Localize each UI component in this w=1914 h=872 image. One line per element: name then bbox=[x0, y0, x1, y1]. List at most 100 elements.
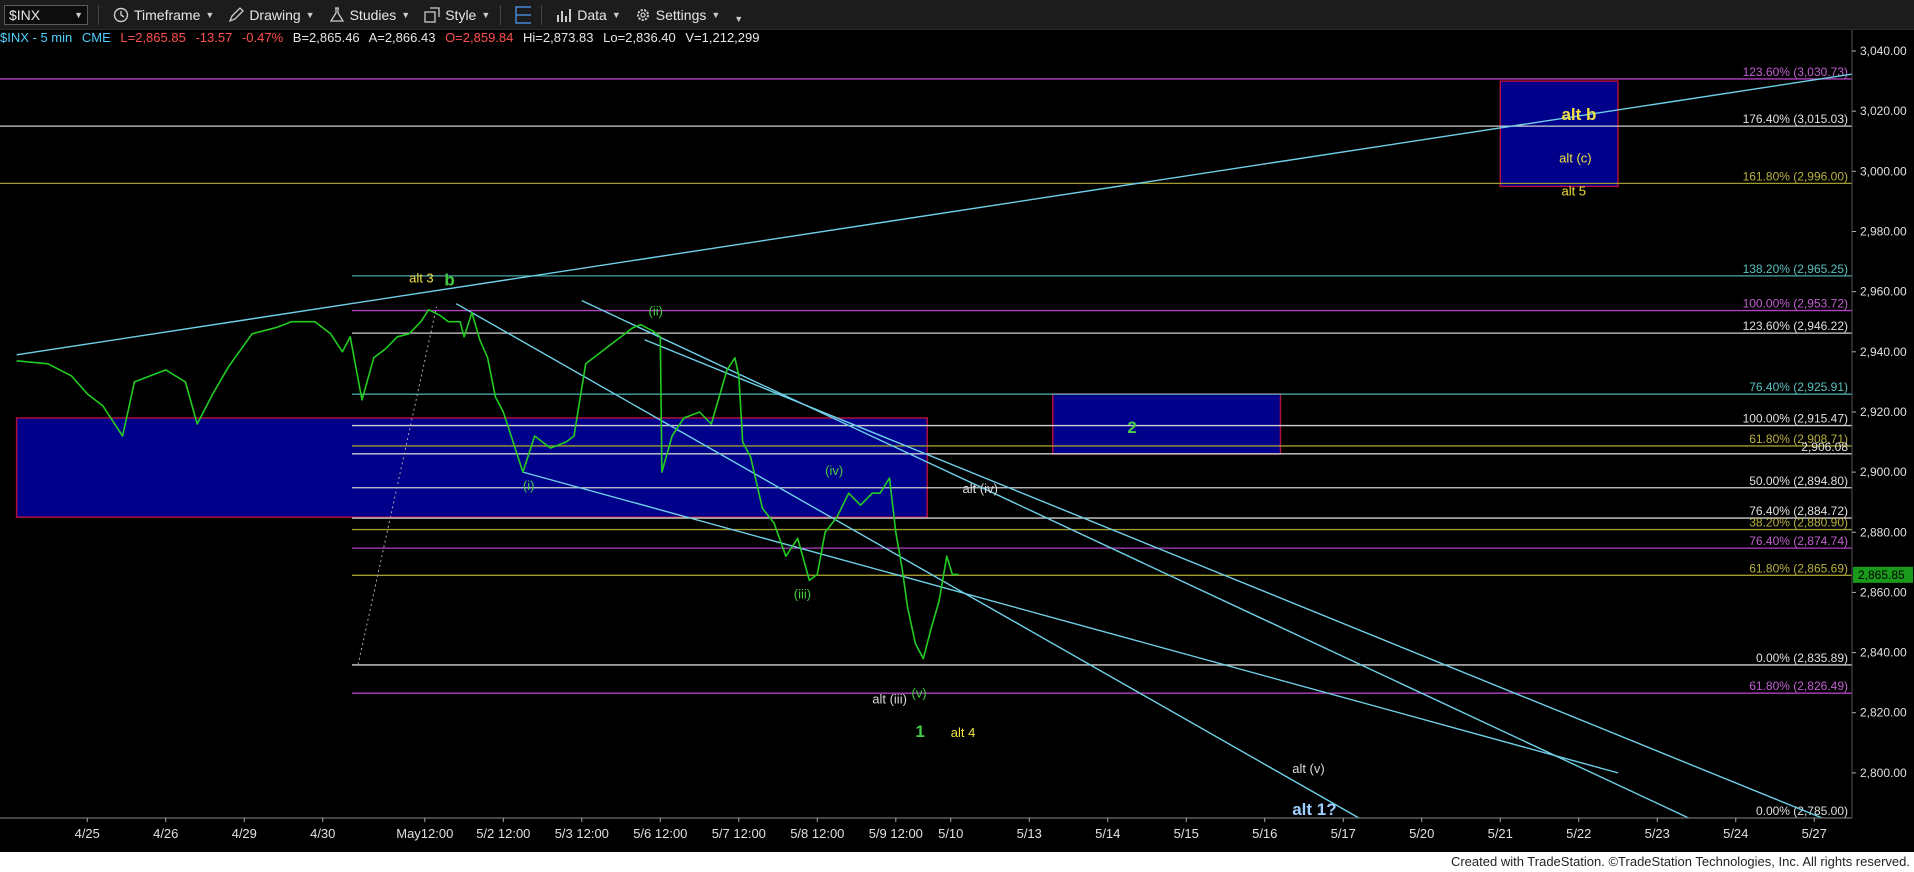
quote-bar: $INX - 5 min CME L=2,865.85 -13.57 -0.47… bbox=[0, 30, 766, 48]
y-tick-label: 2,940.00 bbox=[1860, 345, 1907, 359]
quote-change: -13.57 bbox=[195, 30, 233, 45]
wave-label: alt (iii) bbox=[872, 692, 907, 707]
wave-label: b bbox=[444, 271, 454, 290]
x-tick-label: 5/22 bbox=[1566, 826, 1591, 841]
x-tick-label: 5/2 12:00 bbox=[476, 826, 530, 841]
fib-level-label: 61.80% (2,865.69) bbox=[1749, 561, 1848, 575]
price-chart[interactable]: 123.60% (3,030.73)176.40% (3,015.03)161.… bbox=[0, 0, 1914, 852]
data-button[interactable]: Data ▼ bbox=[556, 7, 621, 23]
fib-level-label: 138.20% (2,965.25) bbox=[1743, 262, 1848, 276]
wave-label: alt b bbox=[1561, 105, 1596, 124]
toolbar-overflow-button[interactable]: ▼ bbox=[734, 6, 743, 24]
wave-label: alt 5 bbox=[1561, 183, 1586, 198]
toolbar-divider bbox=[541, 4, 543, 25]
wave-label: alt 3 bbox=[409, 271, 434, 286]
wave-label: alt (iv) bbox=[963, 481, 998, 496]
quote-pct: -0.47% bbox=[241, 30, 284, 45]
drawing-label: Drawing bbox=[249, 6, 301, 23]
pencil-icon bbox=[228, 6, 245, 23]
quote-volume: V=1,212,299 bbox=[685, 30, 760, 45]
x-tick-label: 5/8 12:00 bbox=[790, 826, 844, 841]
chart-toolbar: $INX ▼ Timeframe ▼ Drawing ▼ Studies ▼ S… bbox=[0, 0, 1914, 30]
quote-last: L=2,865.85 bbox=[120, 30, 186, 45]
layout-button[interactable] bbox=[515, 5, 532, 24]
trend-line bbox=[581, 300, 1689, 819]
x-tick-label: 5/27 bbox=[1802, 826, 1827, 841]
fib-level-label: 0.00% (2,835.89) bbox=[1756, 651, 1848, 665]
fib-level-label: 100.00% (2,953.72) bbox=[1743, 297, 1848, 311]
support-box bbox=[15, 417, 928, 518]
y-tick-label: 2,920.00 bbox=[1860, 405, 1907, 419]
quote-open: O=2,859.84 bbox=[445, 30, 514, 45]
quote-symbol: $INX - 5 min bbox=[0, 30, 73, 45]
x-tick-label: 5/20 bbox=[1409, 826, 1434, 841]
wave-label: (i) bbox=[523, 478, 535, 493]
studies-label: Studies bbox=[349, 6, 397, 23]
wave-label: (ii) bbox=[649, 304, 663, 319]
fib-level-label: 50.00% (2,894.80) bbox=[1749, 474, 1848, 488]
chevron-down-icon: ▼ bbox=[481, 9, 491, 20]
x-tick-label: 5/24 bbox=[1723, 826, 1748, 841]
symbol-selector[interactable]: $INX ▼ bbox=[4, 4, 88, 25]
trend-line bbox=[16, 68, 1886, 356]
drawing-button[interactable]: Drawing ▼ bbox=[228, 6, 315, 23]
timeframe-label: Timeframe bbox=[134, 6, 201, 23]
x-tick-label: 5/15 bbox=[1174, 826, 1199, 841]
y-tick-label: 2,800.00 bbox=[1860, 766, 1907, 780]
wave-label: 2 bbox=[1127, 418, 1136, 437]
chevron-down-icon: ▼ bbox=[711, 9, 721, 20]
x-tick-label: 5/10 bbox=[938, 826, 963, 841]
settings-button[interactable]: Settings ▼ bbox=[635, 6, 721, 23]
wave-label: (v) bbox=[912, 686, 927, 701]
last-price-label: 2,865.85 bbox=[1858, 568, 1905, 582]
timeframe-button[interactable]: Timeframe ▼ bbox=[113, 7, 214, 23]
x-tick-label: 5/14 bbox=[1095, 826, 1120, 841]
style-label: Style bbox=[445, 6, 477, 23]
x-tick-label: 4/25 bbox=[75, 826, 100, 841]
style-button[interactable]: Style ▼ bbox=[424, 7, 490, 23]
layout-icon bbox=[515, 5, 532, 24]
trend-line bbox=[455, 303, 1360, 819]
wave-label: alt 1? bbox=[1292, 800, 1336, 819]
alt-b-box bbox=[1499, 80, 1619, 188]
trend-line bbox=[522, 471, 1619, 774]
y-tick-label: 3,000.00 bbox=[1860, 164, 1907, 178]
wave-label: (iv) bbox=[825, 463, 843, 478]
settings-label: Settings bbox=[655, 6, 707, 23]
footer-credit: Created with TradeStation. ©TradeStation… bbox=[1450, 854, 1910, 869]
x-tick-label: 4/26 bbox=[153, 826, 178, 841]
studies-button[interactable]: Studies ▼ bbox=[329, 6, 411, 23]
y-tick-label: 3,020.00 bbox=[1860, 104, 1907, 118]
chevron-down-icon: ▼ bbox=[611, 9, 621, 20]
y-tick-label: 2,820.00 bbox=[1860, 706, 1907, 720]
chevron-down-icon: ▼ bbox=[401, 9, 411, 20]
data-label: Data bbox=[577, 6, 607, 23]
chevron-down-icon: ▼ bbox=[205, 9, 215, 20]
wave-label: alt (v) bbox=[1292, 761, 1325, 776]
quote-ask: A=2,866.43 bbox=[368, 30, 436, 45]
x-tick-label: May12:00 bbox=[396, 826, 453, 841]
y-tick-label: 2,860.00 bbox=[1860, 585, 1907, 599]
wave-label: 1 bbox=[915, 722, 924, 741]
x-tick-label: 5/9 12:00 bbox=[869, 826, 923, 841]
x-tick-label: 4/30 bbox=[310, 826, 335, 841]
wave-label: (iii) bbox=[794, 586, 811, 601]
x-tick-label: 4/29 bbox=[232, 826, 257, 841]
gear-icon bbox=[635, 7, 651, 23]
toolbar-divider bbox=[500, 4, 502, 25]
chevron-down-icon: ▼ bbox=[305, 9, 315, 20]
quote-high: Hi=2,873.83 bbox=[523, 30, 594, 45]
symbol-text: $INX bbox=[9, 6, 41, 23]
wave-2-box bbox=[1052, 393, 1282, 455]
chevron-down-icon: ▼ bbox=[74, 9, 83, 20]
fib-level-label: 61.80% (2,826.49) bbox=[1749, 679, 1848, 693]
wave-label: alt 4 bbox=[951, 725, 976, 740]
fib-level-label: 76.40% (2,874.74) bbox=[1749, 534, 1848, 548]
footer-bar: Created with TradeStation. ©TradeStation… bbox=[0, 852, 1914, 872]
quote-low: Lo=2,836.40 bbox=[603, 30, 676, 45]
fib-level-label: 76.40% (2,925.91) bbox=[1749, 380, 1848, 394]
fib-level-label: 123.60% (2,946.22) bbox=[1743, 319, 1848, 333]
x-tick-label: 5/23 bbox=[1645, 826, 1670, 841]
x-tick-label: 5/6 12:00 bbox=[633, 826, 687, 841]
fib-level-label: 38.20% (2,880.90) bbox=[1749, 516, 1848, 530]
